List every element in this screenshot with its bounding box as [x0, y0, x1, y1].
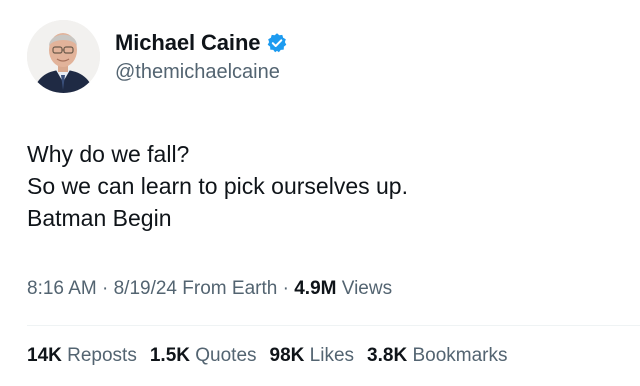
- tweet-line: Why do we fall?: [27, 141, 190, 167]
- reposts-label: Reposts: [61, 345, 137, 366]
- timestamp-date[interactable]: 8/19/24: [114, 278, 177, 299]
- tweet-line: Batman Begin: [27, 205, 172, 231]
- handle[interactable]: @themichaelcaine: [115, 61, 288, 84]
- divider: [27, 325, 640, 326]
- likes-label: Likes: [304, 345, 355, 366]
- likes-count: 98K: [269, 345, 305, 366]
- engagement-stats: 14K Reposts 1.5K Quotes 98K Likes 3.8K B…: [27, 345, 520, 367]
- quotes-label: Quotes: [189, 345, 257, 366]
- tweet-text: Why do we fall? So we can learn to pick …: [27, 138, 617, 234]
- avatar[interactable]: [27, 20, 100, 93]
- bookmarks-label: Bookmarks: [407, 345, 508, 366]
- bookmarks-count: 3.8K: [367, 345, 408, 366]
- tweet-meta: 8:16 AM · 8/19/24 From Earth · 4.9M View…: [27, 278, 392, 300]
- views-count[interactable]: 4.9M: [294, 278, 336, 299]
- quotes-stat[interactable]: 1.5K Quotes: [150, 345, 257, 367]
- verified-check-icon[interactable]: [266, 32, 288, 54]
- display-name[interactable]: Michael Caine: [115, 30, 261, 56]
- bookmarks-stat[interactable]: 3.8K Bookmarks: [367, 345, 507, 367]
- meta-separator: ·: [277, 278, 295, 299]
- tweet-line: So we can learn to pick ourselves up.: [27, 173, 408, 199]
- likes-stat[interactable]: 98K Likes: [270, 345, 355, 367]
- author-names: Michael Caine @themichaelcaine: [115, 29, 288, 84]
- meta-separator: ·: [96, 278, 114, 299]
- reposts-count: 14K: [27, 345, 62, 366]
- views-label[interactable]: Views: [336, 278, 392, 299]
- profile-photo-image: [27, 20, 100, 93]
- timestamp-time[interactable]: 8:16 AM: [27, 278, 97, 299]
- quotes-count: 1.5K: [149, 345, 190, 366]
- tweet-header: Michael Caine @themichaelcaine: [27, 20, 627, 93]
- reposts-stat[interactable]: 14K Reposts: [27, 345, 137, 367]
- display-name-row: Michael Caine: [115, 29, 288, 57]
- tweet-source: From Earth: [177, 278, 278, 299]
